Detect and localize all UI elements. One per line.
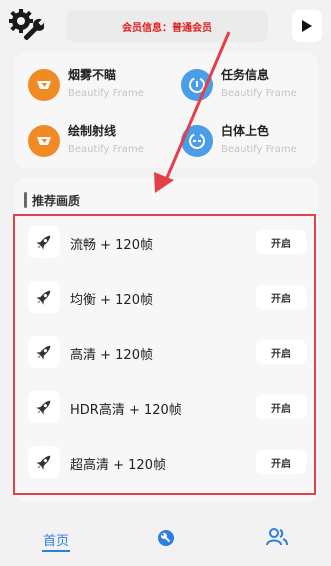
feature-smoke[interactable]: 烟雾不瞄 Beautify Frame — [28, 66, 168, 106]
play-button[interactable] — [292, 10, 322, 42]
gear-wrench-icon — [9, 9, 46, 41]
orange-frame-icon — [28, 69, 60, 101]
users-icon — [266, 528, 288, 546]
settings-button[interactable] — [8, 8, 46, 44]
features-card: 烟雾不瞄 Beautify Frame 任务信息 Beautify Frame … — [14, 52, 318, 168]
feature-subtitle: Beautify Frame — [221, 144, 297, 155]
wrench-icon — [158, 530, 174, 546]
annotation-highlight-box — [13, 214, 316, 495]
feature-title: 烟雾不瞄 — [68, 68, 117, 82]
feature-title: 任务信息 — [221, 68, 270, 82]
member-info-badge: 会员信息：普通会员 — [66, 10, 268, 42]
section-title: 推荐画质 — [32, 194, 81, 208]
play-icon — [302, 20, 312, 32]
blue-info-icon — [181, 69, 213, 101]
feature-draw-ray[interactable]: 绘制射线 Beautify Frame — [28, 122, 168, 162]
feature-subtitle: Beautify Frame — [68, 144, 144, 155]
feature-white-color[interactable]: 白体上色 Beautify Frame — [181, 122, 321, 162]
nav-user-tab[interactable] — [266, 528, 288, 546]
member-info-text: 会员信息：普通会员 — [122, 22, 212, 34]
blue-info-icon — [181, 125, 213, 157]
section-marker — [24, 192, 27, 208]
feature-title: 绘制射线 — [68, 124, 117, 138]
feature-subtitle: Beautify Frame — [68, 88, 144, 99]
nav-home-tab[interactable]: 首页 — [43, 530, 69, 549]
nav-active-indicator — [42, 550, 70, 552]
feature-subtitle: Beautify Frame — [221, 88, 297, 99]
top-bar: 会员信息：普通会员 — [0, 0, 331, 52]
feature-task-info[interactable]: 任务信息 Beautify Frame — [181, 66, 321, 106]
orange-frame-icon — [28, 125, 60, 157]
feature-title: 白体上色 — [221, 124, 270, 138]
nav-tool-tab[interactable] — [157, 529, 175, 547]
